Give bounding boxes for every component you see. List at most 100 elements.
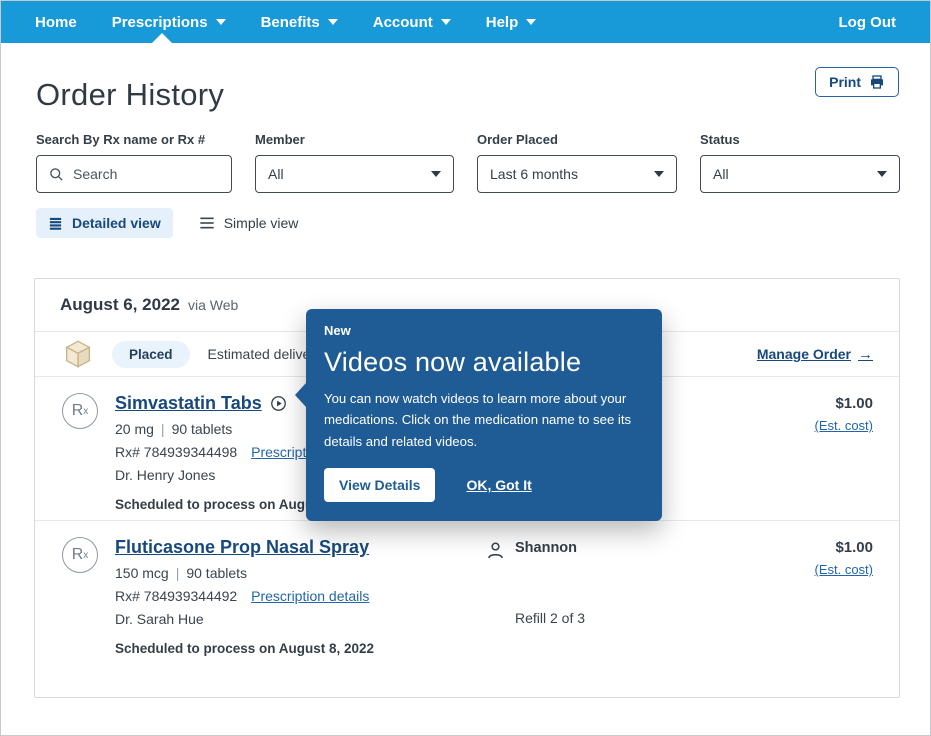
- printer-icon: [869, 74, 885, 90]
- member-select-value: All: [268, 166, 284, 182]
- nav-benefits-label: Benefits: [261, 14, 320, 31]
- rx-icon: Rx: [62, 537, 98, 573]
- view-toggle: Detailed view Simple view: [36, 208, 298, 238]
- nav-item-help[interactable]: Help: [486, 14, 537, 31]
- status-filter-label: Status: [700, 132, 900, 147]
- nav-item-benefits[interactable]: Benefits: [261, 14, 338, 31]
- med-price: $1.00: [835, 395, 873, 412]
- scheduled-process-text: Scheduled to process on August 8, 2022: [115, 641, 485, 656]
- member-filter-label: Member: [255, 132, 454, 147]
- rx-letter: R: [72, 402, 84, 420]
- chevron-down-icon: [431, 171, 441, 177]
- med-main-col: Fluticasone Prop Nasal Spray 150 mcg | 90 …: [115, 537, 485, 667]
- top-navbar: Home Prescriptions Benefits Account Help…: [1, 1, 930, 43]
- caret-down-icon: [526, 19, 536, 25]
- rx-sub-letter: x: [83, 550, 88, 561]
- prescriber-name: Dr. Sarah Hue: [115, 611, 485, 627]
- tooltip-title: Videos now available: [324, 347, 644, 378]
- video-play-icon[interactable]: [270, 395, 287, 412]
- member-name: Shannon: [515, 540, 735, 603]
- nav-item-prescriptions[interactable]: Prescriptions: [112, 14, 226, 31]
- medication-name: Fluticasone Prop Nasal Spray: [115, 537, 369, 558]
- tooltip-actions: View Details OK, Got It: [324, 468, 644, 502]
- rx-letter: R: [72, 546, 84, 564]
- manage-order-label: Manage Order: [757, 346, 851, 362]
- medication-name: Simvastatin Tabs: [115, 393, 262, 414]
- status-select[interactable]: All: [700, 155, 900, 193]
- order-date: August 6, 2022: [60, 295, 180, 315]
- arrow-right-icon: →: [858, 346, 873, 363]
- rx-icon-col: Rx: [62, 393, 115, 520]
- med-strength: 150 mcg: [115, 565, 169, 581]
- simple-view-label: Simple view: [224, 215, 299, 231]
- person-icon: [485, 540, 515, 603]
- nav-account-label: Account: [373, 14, 433, 31]
- order-history-page: Home Prescriptions Benefits Account Help…: [0, 0, 931, 736]
- rx-icon: Rx: [62, 393, 98, 429]
- page-title: Order History: [36, 77, 224, 113]
- pipe-divider: |: [176, 565, 180, 581]
- nav-prescriptions-label: Prescriptions: [112, 14, 208, 31]
- view-details-button[interactable]: View Details: [324, 468, 435, 502]
- med-quantity: 90 tablets: [172, 421, 233, 437]
- manage-order-link[interactable]: Manage Order →: [757, 346, 873, 363]
- search-icon: [49, 167, 64, 182]
- filter-search: Search By Rx name or Rx #: [36, 132, 232, 193]
- search-filter-label: Search By Rx name or Rx #: [36, 132, 232, 147]
- med-price-col: $1.00 (Est. cost): [735, 393, 873, 520]
- order-placed-filter-label: Order Placed: [477, 132, 677, 147]
- active-nav-indicator: [152, 33, 172, 43]
- med-member-col: Shannon Refill 2 of 3: [485, 537, 735, 667]
- nav-help-label: Help: [486, 14, 519, 31]
- order-channel: via Web: [188, 297, 238, 313]
- filter-member: Member All: [255, 132, 454, 193]
- detailed-view-icon: [48, 216, 63, 231]
- medication-name-link[interactable]: Simvastatin Tabs: [115, 393, 287, 414]
- order-placed-select-value: Last 6 months: [490, 166, 578, 182]
- search-input[interactable]: [73, 166, 213, 182]
- tooltip-new-tag: New: [324, 323, 644, 338]
- logout-button[interactable]: Log Out: [839, 14, 896, 31]
- medication-row-fluticasone: Rx Fluticasone Prop Nasal Spray 150 mcg |…: [35, 521, 899, 667]
- package-icon: [62, 338, 94, 370]
- nav-item-account[interactable]: Account: [373, 14, 451, 31]
- filter-status: Status All: [700, 132, 900, 193]
- rx-sub-letter: x: [83, 406, 88, 417]
- simple-view-toggle[interactable]: Simple view: [199, 208, 299, 238]
- chevron-down-icon: [654, 171, 664, 177]
- status-select-value: All: [713, 166, 729, 182]
- prescription-details-link[interactable]: Prescription details: [251, 588, 369, 604]
- nav-item-home[interactable]: Home: [35, 14, 77, 31]
- print-button[interactable]: Print: [815, 67, 899, 97]
- filters-bar: Search By Rx name or Rx # Member All Ord…: [36, 132, 900, 193]
- ok-got-it-link[interactable]: OK, Got It: [466, 477, 531, 493]
- med-strength: 20 mg: [115, 421, 154, 437]
- est-cost-link[interactable]: (Est. cost): [735, 418, 873, 433]
- refill-count: Refill 2 of 3: [515, 610, 735, 668]
- med-strength-qty: 150 mcg | 90 tablets: [115, 565, 485, 581]
- med-quantity: 90 tablets: [186, 565, 247, 581]
- rx-number: Rx# 784939344498: [115, 444, 237, 460]
- chevron-down-icon: [877, 171, 887, 177]
- med-rx-line: Rx# 784939344492 Prescription details: [115, 588, 485, 604]
- status-badge: Placed: [112, 341, 190, 368]
- videos-tooltip: New Videos now available You can now wat…: [306, 309, 662, 521]
- print-label: Print: [829, 74, 861, 90]
- nav-home-label: Home: [35, 14, 77, 31]
- med-price-col: $1.00 (Est. cost): [735, 537, 873, 667]
- med-price: $1.00: [835, 539, 873, 556]
- tooltip-body: You can now watch videos to learn more a…: [324, 388, 644, 452]
- rx-number: Rx# 784939344492: [115, 588, 237, 604]
- rx-icon-col: Rx: [62, 537, 115, 667]
- filter-order-placed: Order Placed Last 6 months: [477, 132, 677, 193]
- caret-down-icon: [216, 19, 226, 25]
- logout-label: Log Out: [839, 14, 896, 31]
- tooltip-arrow-left: [295, 383, 306, 407]
- pipe-divider: |: [161, 421, 165, 437]
- caret-down-icon: [441, 19, 451, 25]
- member-select[interactable]: All: [255, 155, 454, 193]
- detailed-view-toggle[interactable]: Detailed view: [36, 208, 173, 238]
- order-placed-select[interactable]: Last 6 months: [477, 155, 677, 193]
- est-cost-link[interactable]: (Est. cost): [735, 562, 873, 577]
- medication-name-link[interactable]: Fluticasone Prop Nasal Spray: [115, 537, 369, 558]
